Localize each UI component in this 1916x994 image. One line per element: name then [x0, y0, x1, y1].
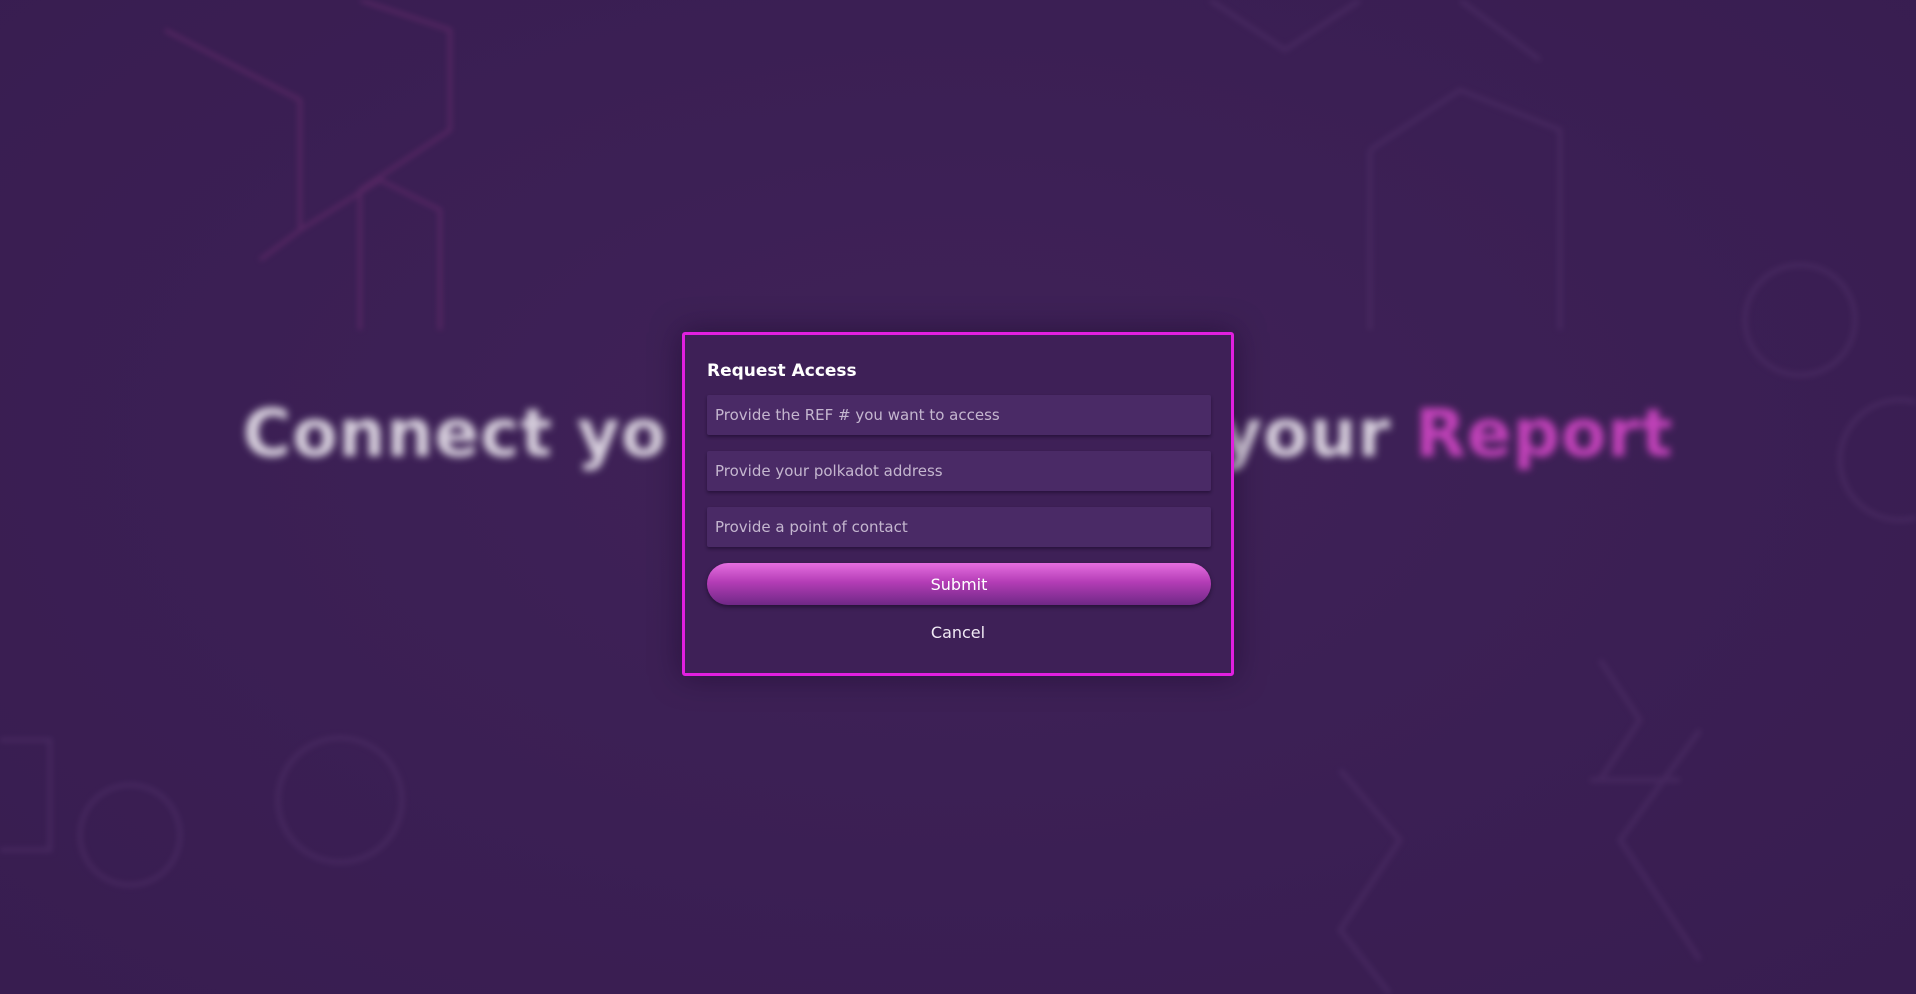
headline-text-your: your	[1219, 395, 1392, 472]
page-backdrop: Connect yo your Report Request Access Sub…	[0, 0, 1916, 994]
request-access-modal: Request Access Submit Cancel	[682, 332, 1234, 676]
ref-number-input[interactable]	[707, 395, 1211, 435]
headline-text-start: Connect yo	[242, 395, 668, 472]
polkadot-address-input[interactable]	[707, 451, 1211, 491]
submit-button[interactable]: Submit	[707, 563, 1211, 605]
cancel-button[interactable]: Cancel	[898, 619, 1018, 645]
headline-accent-report: Report	[1415, 395, 1674, 472]
modal-title: Request Access	[707, 361, 857, 381]
point-of-contact-input[interactable]	[707, 507, 1211, 547]
